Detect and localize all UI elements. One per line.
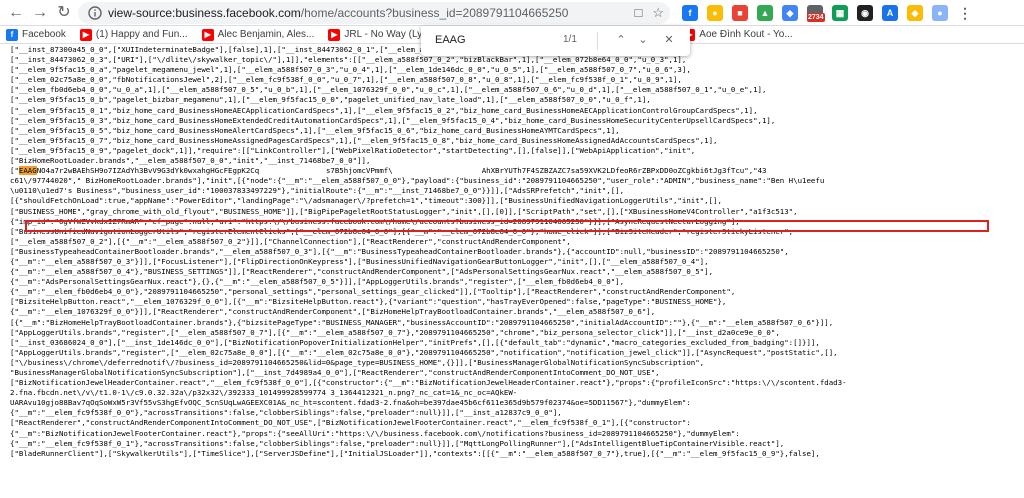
source-line: {"__m":"__elem_fc9f538f_0_1"},"acrossTra… <box>10 438 785 448</box>
source-line: ["__elem_9f5fac15_0_9","pagelet_dock",1]… <box>10 145 696 155</box>
find-next-icon[interactable]: ⌄ <box>635 32 651 48</box>
bookmark-label: Aoe Đình Kout - Yo... <box>699 29 793 40</box>
page-source-view: ["__inst_87300a45_0_0",["XUIIndeterminat… <box>0 44 1024 498</box>
menu-kebab-icon[interactable]: ⋮ <box>957 5 973 21</box>
find-result-count: 1/1 <box>563 34 577 45</box>
source-line: ["__elem_9f5fac15_0_3","biz_home_card_Bu… <box>10 115 776 125</box>
find-previous-icon[interactable]: ⌃ <box>613 32 629 48</box>
url-host: view-source:business.facebook.com <box>108 6 301 20</box>
source-line: c61\/97744020"," BizHomeRootLoader.brand… <box>10 176 825 186</box>
source-line: ["__inst_03686024_0_0"],["__inst_1de146d… <box>10 337 820 347</box>
source-line: {"__m":"BizNotificationJewelFooterContai… <box>10 428 740 438</box>
source-text: ,"43 <box>748 166 767 176</box>
source-line: ["BizsiteHelpButton.react","__elem_10763… <box>10 297 727 307</box>
extension-red-icon[interactable]: ■ <box>732 5 748 21</box>
bookmark-label: Alec Benjamin, Ales... <box>217 29 315 40</box>
find-bar: EAAG 1/1 ⌃ ⌄ ✕ <box>421 26 690 56</box>
source-line: ["BusinessUnifiedNavigationLoggerUtils",… <box>10 226 794 236</box>
source-line: {"__m":"AdsPersonalSettingsGearNux.react… <box>10 277 625 287</box>
source-line: ["__elem_fb0d6eb4_0_0","u_0_a",1],["__el… <box>10 85 767 95</box>
source-line: {"__m":"__elem_1076329f_0_0"}]],["ReactR… <box>10 307 656 317</box>
source-line: ["BizHomeRootLoader.brands","__elem_a588… <box>10 156 371 166</box>
source-line: \u0110\u1ed7's Business","business_user_… <box>10 186 625 196</box>
bookmark-item[interactable]: ▶ Alec Benjamin, Ales... <box>201 28 315 41</box>
profile-avatar[interactable]: ● <box>932 5 948 21</box>
bookmark-item[interactable]: f Facebook <box>6 28 66 41</box>
extension-green-icon[interactable]: ▲ <box>757 5 773 21</box>
token-gap <box>259 166 326 175</box>
source-line: ["BladeRunnerClient"],["SkywalkerUtils"]… <box>10 448 820 458</box>
info-icon[interactable] <box>87 5 103 21</box>
source-line: ["__elem_9f5fac15_0_b","pagelet_bizbar_m… <box>10 95 651 105</box>
bookmark-label: Facebook <box>22 29 66 40</box>
source-line: ["__elem_9f5fac15_0_5","biz_home_card_Bu… <box>10 125 620 135</box>
source-line: {"__m":"__elem_fc9f538f_0_0"},"acrossTra… <box>10 408 562 418</box>
bookmark-favicon-icon: ▶ <box>201 28 214 41</box>
extension-badge-count: 2734 <box>807 13 825 22</box>
source-text: [" <box>10 166 19 176</box>
source-line: {"imp_id":"0gVfWZVvkdxIZ7RmAR","ef_page"… <box>10 216 740 226</box>
bookmark-label: (1) Happy and Fun... <box>95 29 188 40</box>
find-input[interactable]: EAAG <box>435 34 466 46</box>
find-match-text: EAAG <box>18 166 37 176</box>
forward-arrow-icon[interactable]: → <box>30 3 50 23</box>
source-line: ["AppLoggerUtils.brands","register",["__… <box>10 347 838 357</box>
bookmark-item[interactable]: ▶Aoe Đình Kout - Yo... <box>683 28 793 41</box>
bookmark-favicon-icon: ▶ <box>328 28 341 41</box>
bookmark-favicon-icon: f <box>6 28 18 41</box>
extension-sheets-icon[interactable]: ▦ <box>832 5 848 21</box>
source-line: ["__inst_84473062_0_3",["URI"],["\/dlite… <box>10 55 687 65</box>
page-info-icon[interactable]: □ <box>634 5 642 21</box>
source-line: ["ReactRenderer","constructAndRenderComp… <box>10 418 691 428</box>
source-line: "BusinessManagerGlobalNotificationSyncSu… <box>10 368 660 377</box>
source-line: [{"__m":"BizHomeHelpTrayBootloadContaine… <box>10 317 834 327</box>
extension-puzzle-icon[interactable]: ◆ <box>907 5 923 21</box>
find-separator <box>597 32 598 50</box>
back-arrow-icon[interactable]: ← <box>6 3 26 23</box>
bookmark-favicon-icon: ▶ <box>79 28 92 41</box>
source-line: ["\/business\/chrome\/deferrednotif\/?bu… <box>10 357 705 367</box>
source-line: ["BUSINESS_HOME","gray_chrome_with_old_f… <box>10 206 798 216</box>
source-line: ["AppLoggerUtils.brands","register",["__… <box>10 327 780 337</box>
source-line: UARAvu10gjo88Bav7qOqSoWxW5r3Vf55vS3hgEfv… <box>10 398 691 408</box>
extension-facebook-icon[interactable]: f <box>682 5 698 21</box>
source-line: {"__m":"__elem_fb0d6eb4_0_0"},"208979110… <box>10 287 736 297</box>
reload-icon[interactable]: ↻ <box>54 3 74 23</box>
url-text[interactable]: view-source:business.facebook.com/home/a… <box>108 6 568 20</box>
source-line: {"__m":"__elem_a588f507_0_4"},"BUSINESS_… <box>10 267 714 277</box>
omnibox-actions: □ ☆ <box>634 5 664 21</box>
source-line: ["__elem_9f5fac15_0_1","biz_home_card_Bu… <box>10 105 758 115</box>
extension-badge-icon[interactable]: 2734 <box>807 5 825 22</box>
source-line: ["BizNotificationJewelHeaderContainer.re… <box>10 378 847 388</box>
source-line: ["__elem_02c75a8e_0_0","fbNotificationsJ… <box>10 75 682 85</box>
source-line: {"__m":"__elem_a588f507_0_3"}]],["FocusL… <box>10 256 709 266</box>
bookmark-item[interactable]: ▶ (1) Happy and Fun... <box>79 28 188 41</box>
source-line: ["__elem_9f5fac15_0_7","biz_home_card_Bu… <box>10 135 718 145</box>
browser-toolbar: ← → ↻ view-source:business.facebook.com/… <box>0 0 1024 26</box>
source-line: 2.fna.fbcdn.net\/v\/t1.0-1\/c9.0.32.32a\… <box>10 388 518 398</box>
extension-blue-icon[interactable]: ◆ <box>782 5 798 21</box>
extension-icons: f ● ■ ▲ ◆ 2734 ▦ ◉ A ◆ ● ⋮ <box>682 4 973 22</box>
bookmark-star-icon[interactable]: ☆ <box>652 5 664 21</box>
highlighted-source-line: ["EAAGNO4a7r2wBAEhSH9o7IZAdYh3BvV9G3dYk0… <box>10 166 1020 176</box>
source-line: ["BusinessTypeaheadContainerBootloader.b… <box>10 246 789 256</box>
source-line: ["__elem_9f5fac15_0_a","pagelet_megamenu… <box>10 65 691 75</box>
source-line: ["__elem_a588f507_0_2"],[{"__m":"__elem_… <box>10 236 571 246</box>
token-gap <box>393 166 482 175</box>
source-line: [{"shouldFetchOnLoad":true,"appName":"Po… <box>10 196 722 206</box>
extension-dark-icon[interactable]: ◉ <box>857 5 873 21</box>
address-bar[interactable]: view-source:business.facebook.com/home/a… <box>78 2 670 24</box>
find-close-icon[interactable]: ✕ <box>661 32 677 48</box>
extension-yellow-icon[interactable]: ● <box>707 5 723 21</box>
url-path: /home/accounts?business_id=2089791104665… <box>300 6 569 20</box>
token-text: AhXBrYUTh7F4SZBZAZC7sa59XVK2LDfeoR6rZBPx… <box>481 166 749 176</box>
extension-translate-icon[interactable]: A <box>882 5 898 21</box>
token-text: NO4a7r2wBAEhSH9o7IZAdYh3BvV9G3dYk0wxahgH… <box>36 166 260 176</box>
source-lines: ["__inst_87300a45_0_0",["XUIIndeterminat… <box>10 45 1020 459</box>
token-text: s7B5hjomcVPmmf\ <box>325 166 393 176</box>
